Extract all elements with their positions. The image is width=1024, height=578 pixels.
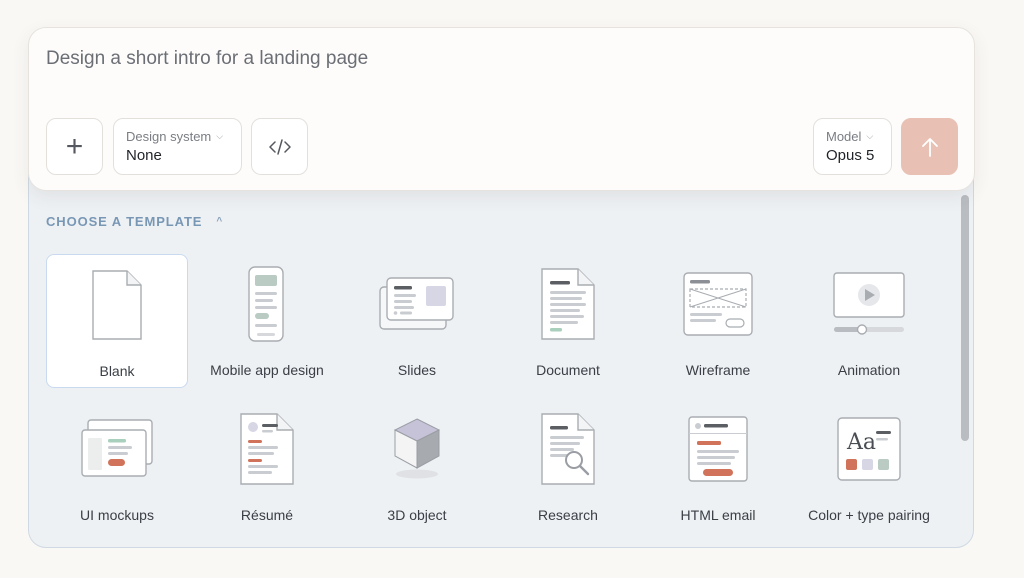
template-blank[interactable]: Blank bbox=[46, 254, 188, 388]
scrollbar-thumb[interactable] bbox=[961, 195, 969, 441]
chevron-down-icon: ⌵ bbox=[866, 131, 874, 141]
template-research[interactable]: Research bbox=[497, 399, 639, 533]
model-label-row: Model ⌵ bbox=[826, 129, 873, 144]
template-label: Color + type pairing bbox=[808, 507, 930, 523]
prompt-card: Design a short intro for a landing page … bbox=[28, 27, 975, 191]
arrow-up-icon bbox=[921, 137, 938, 157]
template-mobile-app[interactable]: Mobile app design bbox=[196, 254, 338, 388]
template-scrollbar[interactable] bbox=[960, 191, 970, 546]
template-slides[interactable]: Slides bbox=[346, 254, 488, 388]
template-panel-header[interactable]: CHOOSE A TEMPLATE ^ bbox=[46, 214, 223, 229]
template-heading: CHOOSE A TEMPLATE bbox=[46, 214, 203, 229]
animation-icon bbox=[798, 254, 940, 346]
design-system-label-row: Design system ⌵ bbox=[126, 129, 223, 144]
template-label: Research bbox=[538, 507, 598, 523]
prompt-input[interactable]: Design a short intro for a landing page bbox=[46, 48, 368, 70]
app-stage: CHOOSE A TEMPLATE ^ Blank Mobile app des… bbox=[0, 0, 1024, 578]
template-resume[interactable]: Résumé bbox=[196, 399, 338, 533]
template-html-email[interactable]: HTML email bbox=[647, 399, 789, 533]
template-label: Document bbox=[536, 362, 600, 378]
template-label: 3D object bbox=[387, 507, 447, 523]
template-document[interactable]: Document bbox=[497, 254, 639, 388]
plus-icon: + bbox=[65, 129, 84, 163]
cube-icon bbox=[346, 399, 488, 491]
chevron-up-icon[interactable]: ^ bbox=[216, 216, 223, 227]
template-3d-object[interactable]: 3D object bbox=[346, 399, 488, 533]
template-label: Animation bbox=[837, 362, 901, 378]
ui-mockups-icon bbox=[46, 399, 188, 491]
model-select[interactable]: Model ⌵ Opus 5 bbox=[813, 118, 892, 175]
template-ui-mockups[interactable]: UI mockups bbox=[46, 399, 188, 533]
research-magnifier-icon bbox=[497, 399, 639, 491]
color-type-icon: Aa bbox=[798, 399, 940, 491]
resume-icon bbox=[196, 399, 338, 491]
blank-page-icon bbox=[47, 255, 187, 347]
email-icon bbox=[647, 399, 789, 491]
model-value: Opus 5 bbox=[826, 147, 875, 164]
template-label: Résumé bbox=[240, 507, 294, 523]
template-wireframe[interactable]: Wireframe bbox=[647, 254, 789, 388]
design-system-label: Design system bbox=[126, 129, 212, 144]
mobile-phone-icon bbox=[196, 254, 338, 346]
template-label: Slides bbox=[397, 362, 437, 378]
wireframe-icon bbox=[647, 254, 789, 346]
chevron-down-icon: ⌵ bbox=[216, 131, 224, 141]
model-label: Model bbox=[826, 129, 862, 144]
template-label: Blank bbox=[99, 363, 135, 379]
template-animation[interactable]: Animation bbox=[798, 254, 940, 388]
code-brackets-icon bbox=[268, 138, 291, 155]
template-label: Wireframe bbox=[685, 362, 751, 378]
template-label: Mobile app design bbox=[210, 362, 324, 378]
code-button[interactable] bbox=[251, 118, 308, 175]
slides-icon bbox=[346, 254, 488, 346]
document-icon bbox=[497, 254, 639, 346]
template-label: HTML email bbox=[680, 507, 756, 523]
add-attachment-button[interactable]: + bbox=[46, 118, 103, 175]
template-color-type-pairing[interactable]: Aa Color + type pairing bbox=[798, 399, 940, 533]
template-label: UI mockups bbox=[80, 507, 154, 523]
svg-text:Aa: Aa bbox=[846, 430, 876, 455]
design-system-value: None bbox=[126, 147, 162, 164]
design-system-select[interactable]: Design system ⌵ None bbox=[113, 118, 242, 175]
send-button[interactable] bbox=[901, 118, 958, 175]
template-panel: CHOOSE A TEMPLATE ^ Blank Mobile app des… bbox=[28, 150, 974, 548]
